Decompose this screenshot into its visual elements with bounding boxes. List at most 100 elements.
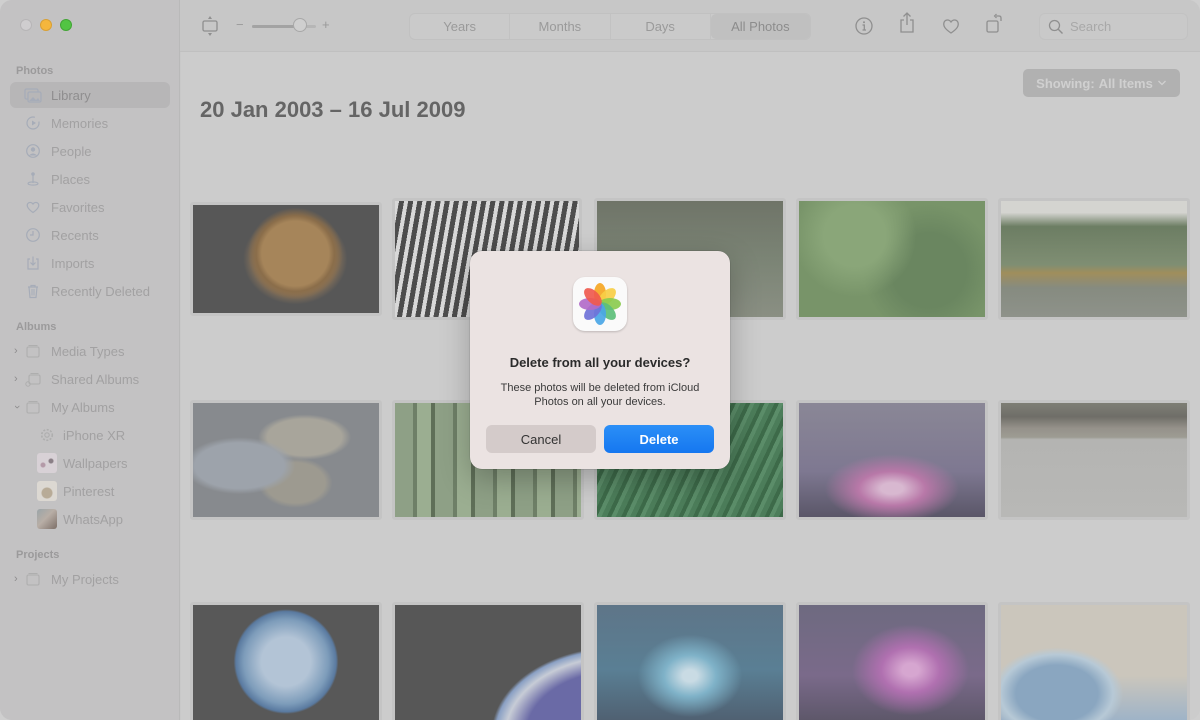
sidebar-item-label: Library bbox=[51, 87, 91, 103]
delete-confirmation-dialog: Delete from all your devices? These phot… bbox=[470, 251, 730, 469]
album-thumbnail bbox=[37, 453, 57, 473]
rotate-icon[interactable] bbox=[983, 13, 1005, 35]
chevron-down-icon[interactable]: › bbox=[11, 405, 23, 409]
photo-thumbnail[interactable] bbox=[392, 602, 584, 720]
album-stack-icon bbox=[24, 570, 42, 588]
sidebar-item-pinterest[interactable]: Pinterest bbox=[10, 478, 170, 504]
album-thumbnail bbox=[37, 509, 57, 529]
chevron-right-icon[interactable]: › bbox=[14, 573, 18, 585]
close-window-button[interactable] bbox=[20, 19, 32, 31]
sidebar-item-label: People bbox=[51, 143, 92, 159]
sidebar-item-media-types[interactable]: › Media Types bbox=[10, 338, 170, 364]
album-stack-icon bbox=[24, 342, 42, 360]
sidebar-item-label: Pinterest bbox=[63, 483, 115, 499]
sidebar-item-whatsapp[interactable]: WhatsApp bbox=[10, 506, 170, 532]
showing-label: Showing: bbox=[1036, 75, 1095, 91]
delete-button[interactable]: Delete bbox=[604, 425, 714, 453]
sidebar-section-photos: Photos bbox=[16, 65, 54, 77]
sidebar-item-recents[interactable]: Recents bbox=[10, 222, 170, 248]
album-thumbnail bbox=[37, 481, 57, 501]
sidebar-item-label: Memories bbox=[51, 115, 109, 131]
people-icon bbox=[24, 142, 42, 160]
sidebar-item-label: Places bbox=[51, 171, 91, 187]
heart-icon[interactable] bbox=[940, 15, 962, 37]
cancel-button[interactable]: Cancel bbox=[486, 425, 596, 453]
minimize-window-button[interactable] bbox=[40, 19, 52, 31]
aspect-ratio-toggle-icon[interactable] bbox=[199, 15, 221, 37]
tab-days[interactable]: Days bbox=[611, 14, 711, 39]
date-range-title: 20 Jan 2003 – 16 Jul 2009 bbox=[200, 97, 466, 122]
sidebar-item-people[interactable]: People bbox=[10, 138, 170, 164]
tab-years[interactable]: Years bbox=[410, 14, 511, 39]
sidebar: Photos Library Memories People Places Fa… bbox=[0, 0, 180, 720]
photo-thumbnail[interactable] bbox=[796, 602, 988, 720]
sidebar-item-memories[interactable]: Memories bbox=[10, 110, 170, 136]
import-icon bbox=[24, 254, 42, 272]
sidebar-item-label: My Albums bbox=[51, 399, 115, 415]
photos-app-icon bbox=[573, 277, 627, 331]
window-controls bbox=[20, 19, 72, 31]
photo-thumbnail[interactable] bbox=[190, 202, 382, 316]
search-icon bbox=[1048, 19, 1063, 34]
photo-thumbnail[interactable] bbox=[190, 602, 382, 720]
photo-thumbnail[interactable] bbox=[190, 400, 382, 520]
tab-months[interactable]: Months bbox=[510, 14, 611, 39]
sidebar-section-albums: Albums bbox=[16, 321, 57, 333]
gear-icon bbox=[37, 425, 57, 445]
sidebar-item-label: WhatsApp bbox=[63, 511, 123, 527]
tab-all-photos[interactable]: All Photos bbox=[710, 14, 810, 39]
photo-thumbnail[interactable] bbox=[998, 400, 1190, 520]
chevron-down-icon bbox=[1157, 80, 1166, 86]
photo-thumbnail[interactable] bbox=[998, 602, 1190, 720]
shared-album-icon bbox=[24, 370, 42, 388]
showing-value: All Items bbox=[1098, 75, 1153, 91]
trash-icon bbox=[24, 282, 42, 300]
zoom-slider-knob[interactable] bbox=[293, 18, 307, 32]
photo-thumbnail[interactable] bbox=[594, 602, 786, 720]
zoom-out-icon[interactable]: − bbox=[236, 17, 244, 32]
toolbar: − + Years Months Days All Photos bbox=[180, 0, 1200, 52]
photo-thumbnail[interactable] bbox=[998, 198, 1190, 320]
chevron-right-icon[interactable]: › bbox=[14, 345, 18, 357]
dialog-title: Delete from all your devices? bbox=[509, 355, 691, 370]
sidebar-item-wallpapers[interactable]: Wallpapers bbox=[10, 450, 170, 476]
showing-filter-button[interactable]: Showing: All Items bbox=[1023, 69, 1180, 97]
info-icon[interactable] bbox=[853, 15, 875, 37]
photo-thumbnail[interactable] bbox=[796, 198, 988, 320]
sidebar-item-label: My Projects bbox=[51, 571, 119, 587]
sidebar-item-shared-albums[interactable]: › Shared Albums bbox=[10, 366, 170, 392]
memories-icon bbox=[24, 114, 42, 132]
dialog-message: These photos will be deleted from iCloud… bbox=[500, 382, 700, 408]
clock-icon bbox=[24, 226, 42, 244]
share-icon[interactable] bbox=[896, 12, 918, 34]
photos-window: Photos Library Memories People Places Fa… bbox=[0, 0, 1200, 720]
sidebar-item-label: Imports bbox=[51, 255, 95, 271]
zoom-slider[interactable]: − + bbox=[236, 17, 336, 35]
album-stack-icon bbox=[24, 398, 42, 416]
sidebar-item-label: Favorites bbox=[51, 199, 105, 215]
search-input[interactable] bbox=[1070, 19, 1170, 34]
zoom-in-icon[interactable]: + bbox=[322, 17, 330, 32]
places-icon bbox=[24, 170, 42, 188]
sidebar-item-label: Media Types bbox=[51, 343, 125, 359]
sidebar-section-projects: Projects bbox=[16, 549, 60, 561]
chevron-right-icon[interactable]: › bbox=[14, 373, 18, 385]
sidebar-item-my-projects[interactable]: › My Projects bbox=[10, 566, 170, 592]
sidebar-item-recently-deleted[interactable]: Recently Deleted bbox=[10, 278, 170, 304]
library-icon bbox=[24, 86, 42, 104]
sidebar-item-imports[interactable]: Imports bbox=[10, 250, 170, 276]
photo-thumbnail[interactable] bbox=[796, 400, 988, 520]
view-segmented-control: Years Months Days All Photos bbox=[409, 13, 811, 40]
sidebar-item-places[interactable]: Places bbox=[10, 166, 170, 192]
sidebar-item-iphone-xr[interactable]: iPhone XR bbox=[10, 422, 170, 448]
sidebar-item-label: iPhone XR bbox=[63, 427, 126, 443]
search-field[interactable] bbox=[1039, 13, 1188, 40]
sidebar-item-label: Recents bbox=[51, 227, 99, 243]
sidebar-item-label: Recently Deleted bbox=[51, 283, 150, 299]
sidebar-item-my-albums[interactable]: › My Albums bbox=[10, 394, 170, 420]
sidebar-item-favorites[interactable]: Favorites bbox=[10, 194, 170, 220]
sidebar-item-library[interactable]: Library bbox=[10, 82, 170, 108]
sidebar-item-label: Shared Albums bbox=[51, 371, 140, 387]
maximize-window-button[interactable] bbox=[60, 19, 72, 31]
sidebar-item-label: Wallpapers bbox=[63, 455, 128, 471]
